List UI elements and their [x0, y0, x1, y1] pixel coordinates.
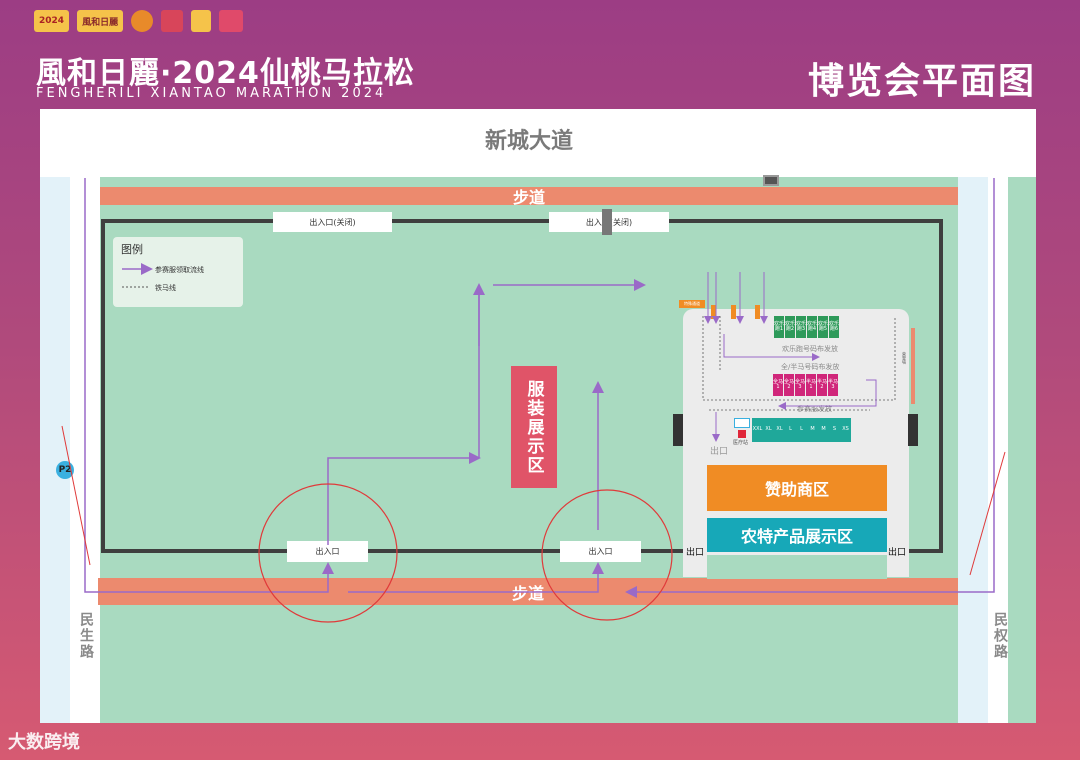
pavilion-inner-exit: 出口 — [710, 447, 729, 457]
full-half-booth-3: 全马3 — [795, 374, 805, 396]
road-top: 新城大道 — [40, 109, 1036, 177]
full-half-booth-5: 半马2 — [817, 374, 827, 396]
clothing-label: 参赛服发放 — [797, 405, 832, 413]
legend-item-fence: 铁马线 — [155, 284, 176, 292]
fun-run-booth-4: 欢乐跑4 — [807, 316, 817, 338]
honor-wall-label: 荣誉墙 — [902, 352, 907, 364]
fun-run-booth-3: 欢乐跑3 — [796, 316, 806, 338]
logo-runner — [161, 10, 184, 32]
size-booth-7: M — [818, 418, 829, 442]
gate-top-left: 出入口(关闭) — [273, 212, 392, 232]
size-booth-6: M — [807, 418, 818, 442]
queue-marker — [731, 305, 736, 319]
expo-floor-plan: 2024 風和日麗 風和日麗·2024仙桃马拉松 FENGHERILI XIAN… — [0, 0, 1080, 760]
logo-box — [219, 10, 244, 32]
watermark: 大数跨境 — [8, 732, 80, 753]
gate-bottom-right: 出入口 — [560, 541, 641, 562]
size-booth-3: XL — [774, 418, 785, 442]
logo-star — [191, 10, 212, 32]
restroom-icon — [734, 418, 750, 428]
road-right-edge — [958, 177, 988, 723]
road-right-label: 民权路 — [992, 612, 1008, 660]
road-left-edge — [40, 177, 70, 723]
gate-bottom-left: 出入口 — [287, 541, 368, 562]
page-subtitle: FENGHERILI XIANTAO MARATHON 2024 — [36, 86, 387, 101]
logo-fengherili: 風和日麗 — [77, 10, 124, 32]
road-left-label: 民生路 — [78, 612, 94, 660]
size-booth-2: XL — [763, 418, 774, 442]
road-top-label: 新城大道 — [485, 129, 574, 154]
fun-run-booth-6: 欢乐跑6 — [829, 316, 839, 338]
pavilion-left-exit: 出口 — [686, 548, 705, 558]
fun-run-booth-1: 欢乐跑1 — [774, 316, 784, 338]
zone-clothing-display: 服装展示区 — [511, 366, 557, 488]
legend-item-flow: 参赛服领取流线 — [155, 266, 204, 274]
size-booth-9: XS — [840, 418, 851, 442]
pavilion-gap — [707, 555, 887, 579]
fun-run-booth-5: 欢乐跑5 — [818, 316, 828, 338]
medical-label: 医疗站 — [733, 440, 749, 446]
fun-run-label: 欢乐跑号码布发放 — [782, 345, 838, 353]
full-half-label: 全/半马号码布发放 — [781, 363, 840, 371]
fun-run-booth-2: 欢乐跑2 — [785, 316, 795, 338]
gate-post — [602, 209, 612, 235]
full-half-booth-4: 半马1 — [806, 374, 816, 396]
special-channel-tag: 特殊通道 — [679, 300, 705, 308]
full-half-booth-6: 半马3 — [828, 374, 838, 396]
logo-2024: 2024 — [34, 10, 70, 32]
toilet-marker-right — [908, 414, 918, 446]
size-booth-5: L — [796, 418, 807, 442]
medical-cross-icon — [738, 430, 746, 438]
drain-icon — [763, 175, 779, 186]
size-booth-8: S — [829, 418, 840, 442]
full-half-booth-2: 全马2 — [784, 374, 794, 396]
pavilion-right-exit: 出口 — [888, 548, 907, 558]
legend-title: 图例 — [121, 243, 143, 256]
parking-p2-marker[interactable]: P2 — [56, 461, 74, 479]
size-booth-1: XXL — [752, 418, 763, 442]
sidewalk-bottom: 步道 — [98, 578, 958, 605]
logo-emblem — [131, 10, 154, 32]
zone-sponsor: 赞助商区 — [707, 465, 887, 511]
map-title: 博览会平面图 — [807, 61, 1036, 102]
zone-agri-products: 农特产品展示区 — [707, 518, 887, 552]
sidewalk-top: 步道 — [100, 187, 958, 207]
legend: 图例 参赛服领取流线 铁马线 — [113, 237, 243, 307]
full-half-booth-1: 全马1 — [773, 374, 783, 396]
size-booth-4: L — [785, 418, 796, 442]
toilet-marker-left — [673, 414, 683, 446]
queue-marker — [711, 305, 716, 319]
sponsor-logo-strip: 2024 風和日麗 — [34, 10, 244, 32]
queue-marker — [755, 305, 760, 319]
honor-wall — [911, 328, 915, 404]
